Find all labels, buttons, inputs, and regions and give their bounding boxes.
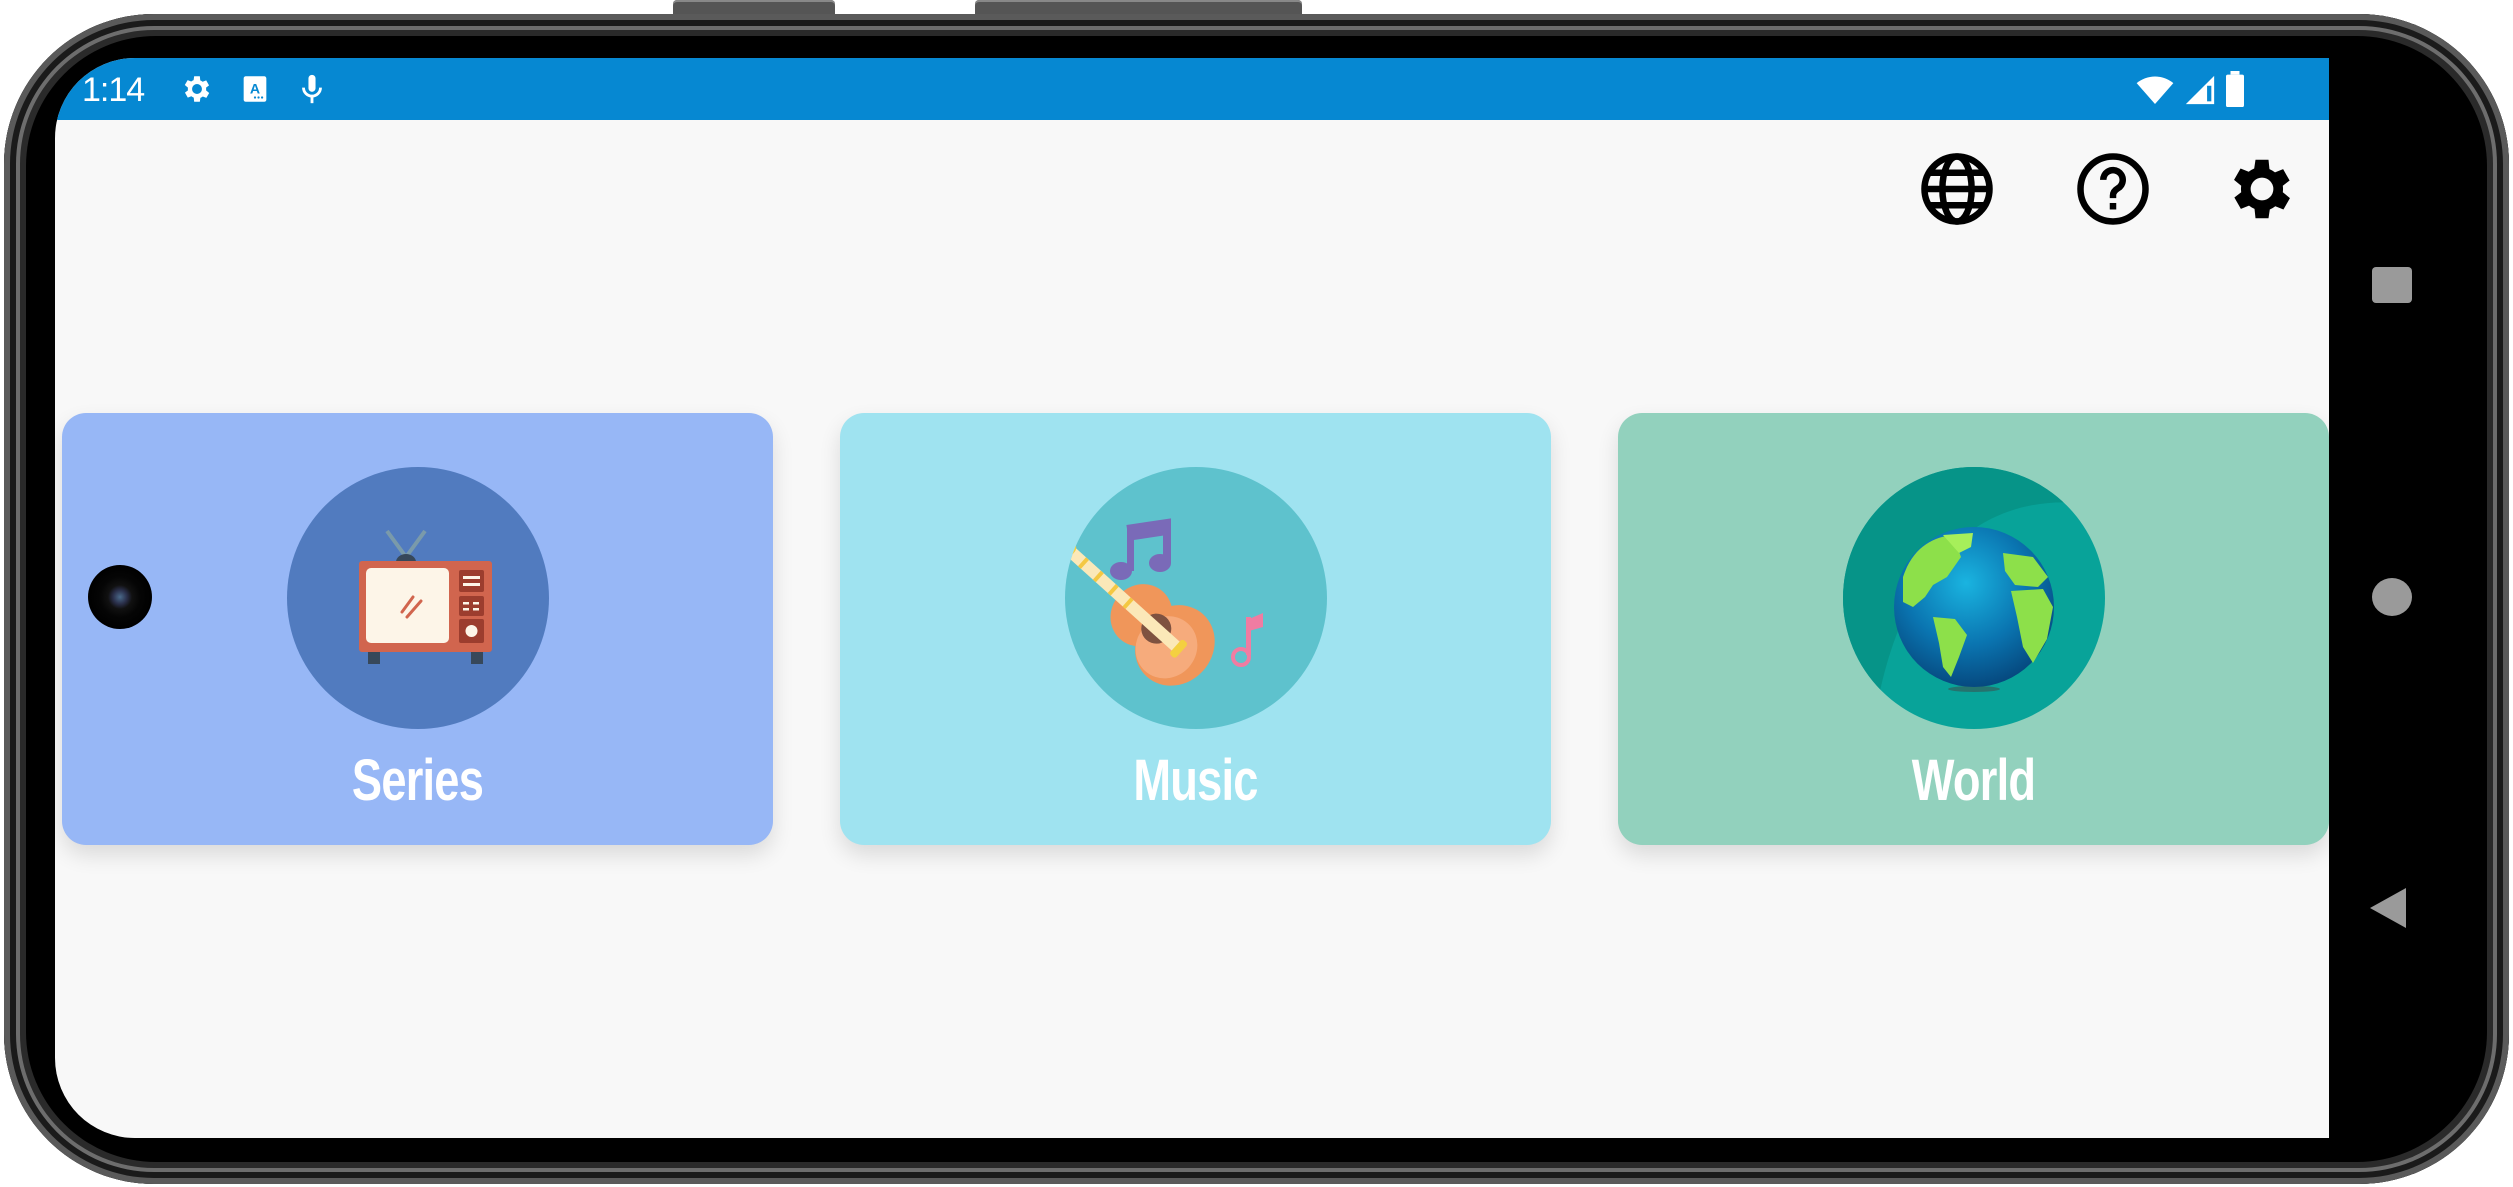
category-card-series[interactable]: Series (62, 413, 773, 845)
settings-icon (184, 76, 210, 102)
signal-icon (2185, 75, 2215, 105)
accessibility-text-icon: A (243, 76, 267, 102)
volume-button (673, 0, 835, 14)
front-camera (88, 565, 152, 629)
music-icon-circle (1064, 467, 1327, 729)
app-screen: 1:14 A Series Music World (55, 58, 2329, 1138)
globe-earth-icon (1842, 467, 2105, 729)
language-globe-icon[interactable] (1918, 150, 1996, 228)
tv-icon (358, 529, 492, 664)
category-label: World (1911, 748, 2036, 813)
home-button[interactable] (2372, 578, 2412, 616)
microphone-icon (302, 74, 322, 104)
series-icon-circle (286, 467, 549, 729)
wifi-icon (2136, 76, 2174, 104)
category-card-music[interactable]: Music (840, 413, 1551, 845)
battery-icon (2226, 71, 2244, 107)
power-button (975, 0, 1302, 14)
status-time: 1:14 (82, 71, 145, 109)
recents-button[interactable] (2372, 267, 2412, 303)
guitar-icon (1064, 518, 1263, 686)
category-label: Series (351, 748, 484, 813)
help-icon[interactable] (2074, 150, 2152, 228)
svg-text:A: A (250, 81, 260, 97)
world-icon-circle (1842, 467, 2105, 729)
category-label: Music (1133, 748, 1258, 813)
back-button[interactable] (2370, 888, 2406, 928)
status-bar: 1:14 A (55, 58, 2329, 120)
category-card-world[interactable]: World (1618, 413, 2329, 845)
settings-icon[interactable] (2223, 150, 2301, 228)
